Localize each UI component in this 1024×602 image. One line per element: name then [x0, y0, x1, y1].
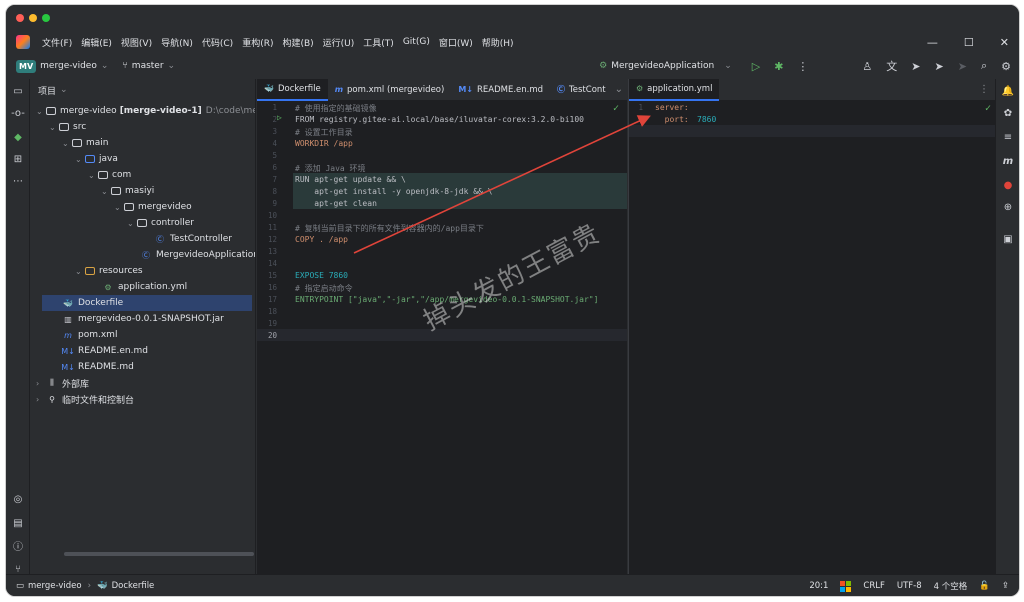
ide-window: 文件(F) 编辑(E) 视图(V) 导航(N) 代码(C) 重构(R) 构建(B…	[5, 4, 1020, 597]
annotation-arrow	[353, 115, 651, 254]
